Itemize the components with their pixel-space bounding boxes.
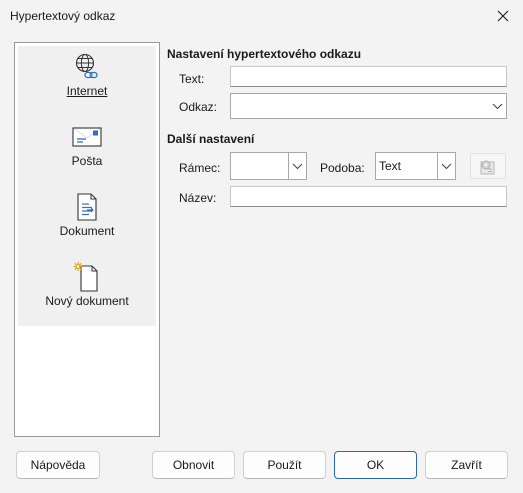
close-icon (497, 10, 509, 22)
apply-button[interactable]: Použít (243, 451, 326, 479)
globe-link-icon (72, 52, 102, 82)
sidebar-item-label-mail: Pošta (71, 154, 103, 168)
chevron-down-icon (492, 103, 502, 109)
sidebar-item-internet[interactable]: Internet (18, 46, 156, 116)
close-button[interactable]: Zavřít (425, 451, 508, 479)
sidebar-item-new-document[interactable]: Nový dokument (18, 256, 156, 326)
name-field[interactable] (230, 186, 507, 207)
form-dropdown-button[interactable] (437, 153, 455, 179)
close-window-button[interactable] (483, 0, 523, 32)
reset-button[interactable]: Obnovit (152, 451, 235, 479)
events-properties-button[interactable] (470, 153, 506, 179)
link-label: Odkaz: (179, 100, 218, 114)
name-label: Název: (179, 191, 217, 205)
hyperlink-type-list: Internet Pošta Dokument Nový dokument (14, 42, 160, 437)
title-bar: Hypertextový odkaz (0, 0, 523, 32)
link-dropdown-button[interactable] (488, 94, 506, 118)
window-title: Hypertextový odkaz (10, 9, 116, 23)
frame-label: Rámec: (179, 161, 221, 175)
form-combobox[interactable]: Text (375, 152, 456, 180)
sidebar-item-label-new-document: Nový dokument (45, 294, 129, 308)
sidebar-item-document[interactable]: Dokument (18, 186, 156, 256)
help-button[interactable]: Nápověda (16, 451, 100, 479)
internet-label: Internet (66, 84, 108, 98)
link-combobox[interactable] (230, 93, 507, 119)
frame-dropdown-button[interactable] (288, 153, 306, 179)
text-field[interactable] (230, 66, 507, 87)
text-label: Text: (179, 72, 205, 86)
chevron-down-icon (292, 163, 303, 169)
chevron-down-icon (441, 163, 452, 169)
sidebar-item-mail[interactable]: Pošta (18, 116, 156, 186)
new-document-icon (72, 262, 102, 292)
form-value: Text (379, 159, 402, 173)
document-icon (72, 192, 102, 222)
envelope-icon (72, 122, 102, 152)
sidebar-item-label-internet: Internet (67, 84, 108, 98)
form-label: Podoba: (320, 161, 365, 175)
properties-icon (480, 160, 495, 175)
sidebar-item-label-document: Dokument (59, 224, 115, 238)
hyperlink-settings-heading: Nastavení hypertextového odkazu (167, 47, 362, 61)
ok-button[interactable]: OK (334, 451, 417, 479)
further-settings-heading: Další nastavení (167, 132, 255, 146)
frame-combobox[interactable] (230, 152, 307, 180)
